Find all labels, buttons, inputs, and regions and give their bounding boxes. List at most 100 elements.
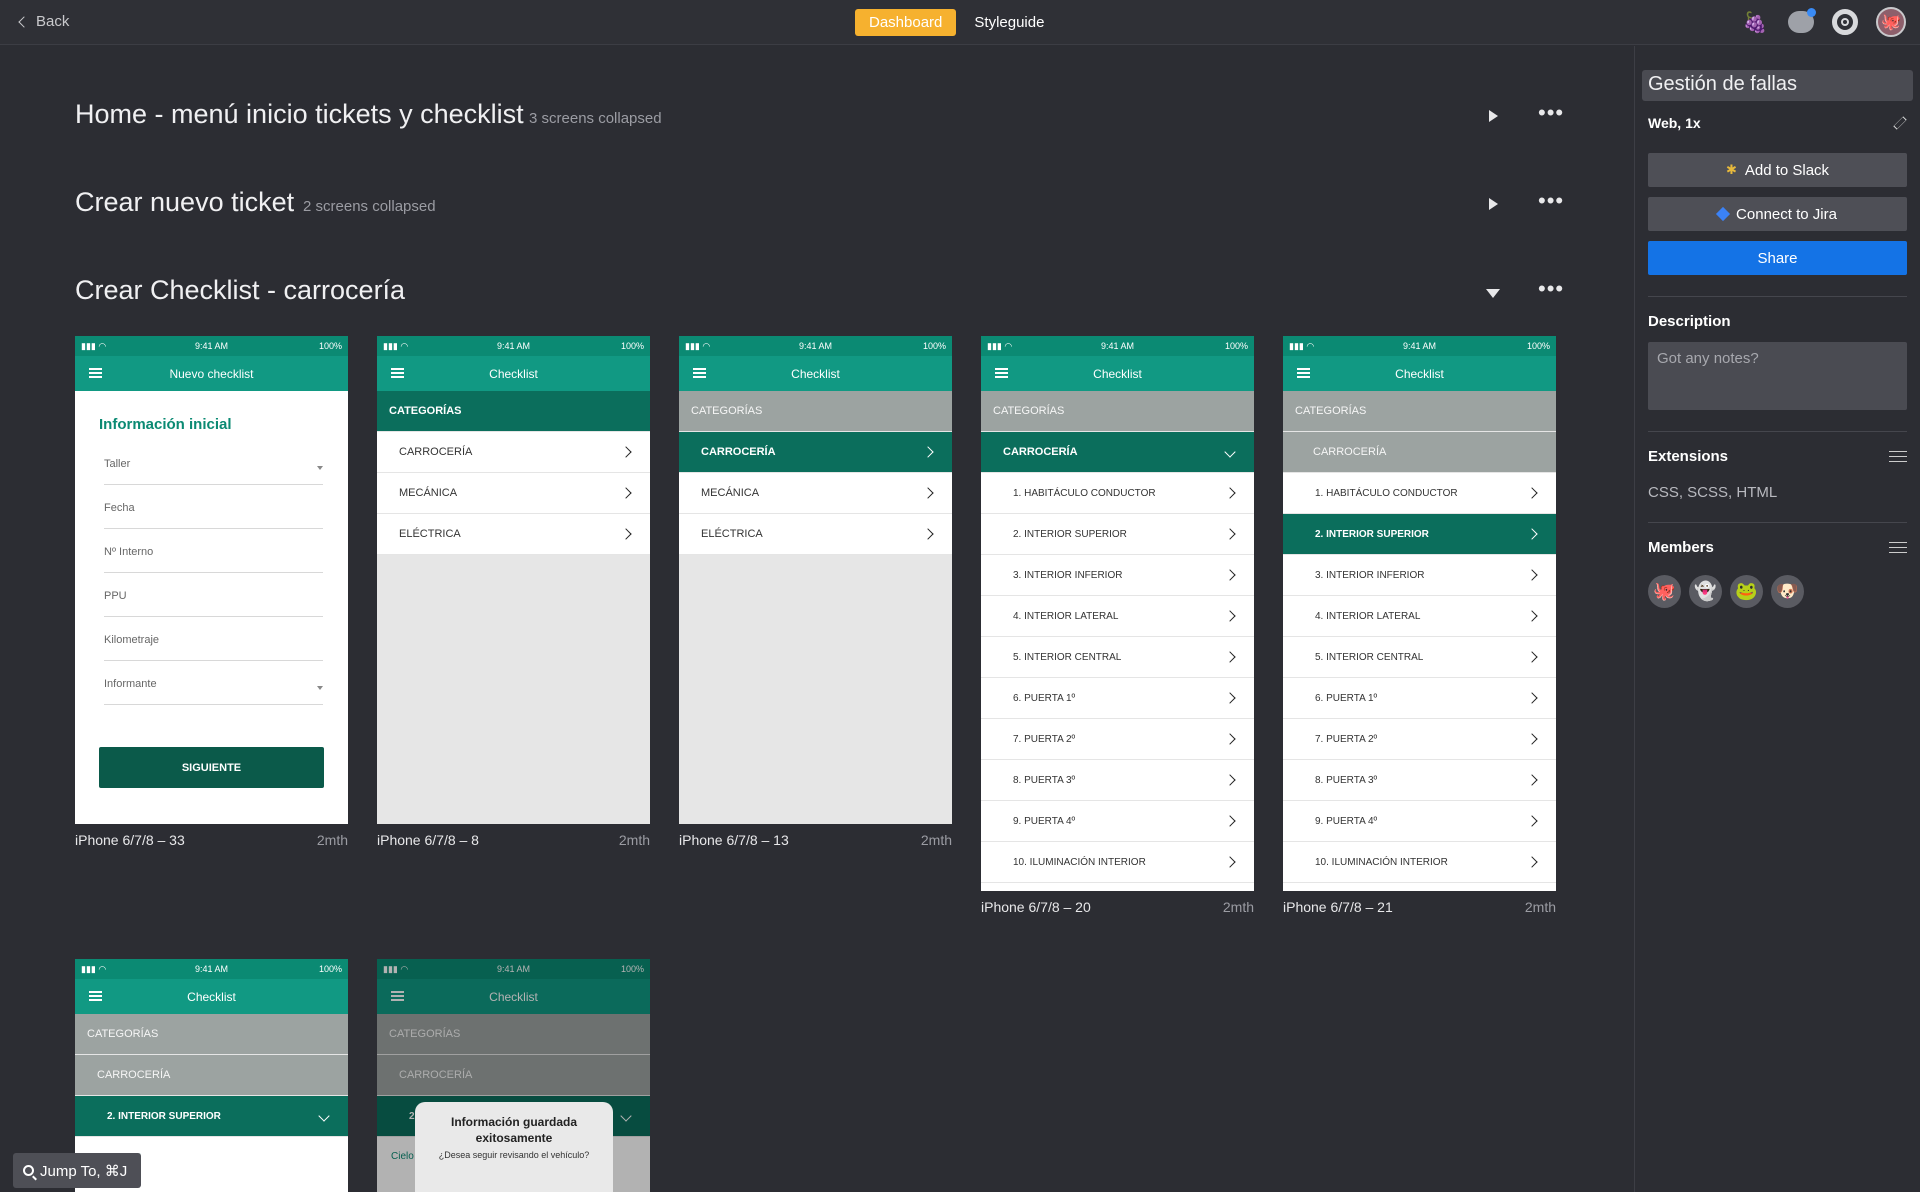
chevron-right-icon (1224, 774, 1236, 786)
play-icon[interactable] (1489, 110, 1498, 122)
chevron-right-icon (1526, 487, 1538, 499)
divider (1648, 431, 1907, 432)
list-item: 3. INTERIOR INFERIOR (1283, 555, 1556, 596)
project-title[interactable]: Gestión de fallas (1642, 70, 1913, 101)
screen-thumbnail-33[interactable]: ▮▮▮ ◠ 9:41 AM 100% Nuevo checklist Informa… (75, 336, 348, 824)
chevron-down-icon (1224, 446, 1236, 458)
user-avatar[interactable]: 🐙 (1876, 7, 1906, 37)
platform-label: Web, 1x (1648, 115, 1701, 131)
section-subtitle-ticket: 2 screens collapsed (303, 198, 436, 215)
jira-icon (1715, 206, 1731, 222)
success-modal: Información guardada exitosamente ¿Desea… (415, 1102, 613, 1192)
settings-sliders-icon[interactable] (1889, 450, 1907, 464)
menu-icon (391, 368, 404, 378)
chevron-left-icon (18, 15, 30, 28)
top-nav: Dashboard Styleguide (855, 9, 1046, 36)
chevron-right-icon (1526, 733, 1538, 745)
app-header: Checklist (679, 356, 952, 391)
modal-body: ¿Desea seguir revisando el vehículo? (438, 1150, 590, 1160)
screen-caption: iPhone 6/7/8 – 13 2mth (679, 832, 952, 848)
status-bar: ▮▮▮ ◠ 9:41 AM 100% (1283, 336, 1556, 356)
form-title: Información inicial (99, 416, 232, 433)
empty-area (679, 555, 952, 824)
category-header: CATEGORÍAS (679, 391, 952, 432)
list-item: 4. INTERIOR LATERAL (981, 596, 1254, 637)
pencil-icon[interactable] (1893, 116, 1907, 130)
chevron-right-icon (620, 487, 632, 499)
list-item: 5. INTERIOR CENTRAL (981, 637, 1254, 678)
collapse-caret-icon[interactable] (1486, 289, 1500, 298)
section-title-home: Home - menú inicio tickets y checklist (75, 99, 524, 129)
settings-sliders-icon[interactable] (1889, 541, 1907, 555)
category-header: CATEGORÍAS (75, 1014, 348, 1055)
field-fecha: Fecha (104, 485, 323, 529)
chevron-right-icon (1526, 692, 1538, 704)
field-ppu: PPU (104, 573, 323, 617)
next-button: SIGUIENTE (99, 747, 324, 788)
list-item: 6. PUERTA 1º (981, 678, 1254, 719)
menu-icon (89, 991, 102, 1001)
platform-row: Web, 1x (1648, 115, 1907, 131)
menu-icon (89, 368, 102, 378)
back-label: Back (36, 13, 70, 30)
screen-caption: iPhone 6/7/8 – 8 2mth (377, 832, 650, 848)
tab-styleguide[interactable]: Styleguide (972, 9, 1046, 36)
notes-input[interactable]: Got any notes? (1648, 342, 1907, 410)
chevron-right-icon (922, 487, 934, 499)
back-button[interactable]: Back (18, 13, 70, 30)
dropdown-icon (317, 686, 323, 690)
list-item: CARROCERÍA (377, 432, 650, 473)
member-avatar[interactable]: 🐙 (1648, 575, 1681, 608)
chevron-right-icon (1526, 774, 1538, 786)
list-item-selected: CARROCERÍA (679, 432, 952, 473)
section-title-checklist: Crear Checklist - carrocería (75, 275, 406, 305)
more-options-icon[interactable]: ••• (1538, 190, 1564, 212)
member-avatar[interactable]: 🐶 (1771, 575, 1804, 608)
list-item: ELÉCTRICA (377, 514, 650, 555)
field-interno: Nº Interno (104, 529, 323, 573)
play-icon[interactable] (1489, 198, 1498, 210)
tab-dashboard[interactable]: Dashboard (855, 9, 957, 36)
app-header: Checklist (377, 356, 650, 391)
category-expanded: CARROCERÍA (1283, 432, 1556, 473)
slack-icon: ✱ (1725, 162, 1737, 177)
members-list: 🐙 👻 🐸 🐶 (1648, 575, 1907, 608)
screen-thumbnail-8[interactable]: ▮▮▮ ◠ 9:41 AM 100% Checklist CATEGORÍAS CA… (377, 336, 650, 824)
grape-icon[interactable]: 🍇 (1740, 7, 1770, 37)
member-avatar[interactable]: 👻 (1689, 575, 1722, 608)
chevron-right-icon (1224, 569, 1236, 581)
top-icons: 🍇 🐙 (1740, 7, 1906, 37)
menu-icon (693, 368, 706, 378)
chevron-right-icon (1224, 610, 1236, 622)
chevron-right-icon (1526, 815, 1538, 827)
list-item: ELÉCTRICA (679, 514, 952, 555)
chevron-right-icon (1526, 610, 1538, 622)
help-lifebuoy-icon[interactable] (1832, 9, 1858, 35)
connect-jira-button[interactable]: Connect to Jira (1648, 197, 1907, 231)
list-item: 4. INTERIOR LATERAL (1283, 596, 1556, 637)
list-item: 10. ILUMINACIÓN INTERIOR (981, 842, 1254, 883)
modal-title: Información guardada exitosamente (450, 1115, 578, 1145)
chevron-right-icon (1526, 528, 1538, 540)
notifications-icon[interactable] (1788, 8, 1816, 33)
screen-thumbnail-20[interactable]: ▮▮▮ ◠ 9:41 AM 100% Checklist CATEGORÍAS CA… (981, 336, 1254, 891)
add-to-slack-button[interactable]: ✱ Add to Slack (1648, 153, 1907, 187)
screen-thumbnail-13[interactable]: ▮▮▮ ◠ 9:41 AM 100% Checklist CATEGORÍAS CA… (679, 336, 952, 824)
share-button[interactable]: Share (1648, 241, 1907, 275)
search-icon (23, 1165, 34, 1176)
list-item: 5. INTERIOR CENTRAL (1283, 637, 1556, 678)
screen-thumbnail-b[interactable]: ▮▮▮ ◠ 9:41 AM 100% Checklist CATEGORÍAS CA… (377, 959, 650, 1192)
list-item: 7. PUERTA 2º (981, 719, 1254, 760)
section-subtitle-home: 3 screens collapsed (529, 110, 662, 127)
chevron-right-icon (1224, 692, 1236, 704)
screen-thumbnail-21[interactable]: ▮▮▮ ◠ 9:41 AM 100% Checklist CATEGORÍAS CA… (1283, 336, 1556, 891)
more-options-icon[interactable]: ••• (1538, 278, 1564, 300)
list-item-selected: 2. INTERIOR SUPERIOR (1283, 514, 1556, 555)
list-item: MECÁNICA (377, 473, 650, 514)
status-bar: ▮▮▮ ◠ 9:41 AM 100% (377, 336, 650, 356)
member-avatar[interactable]: 🐸 (1730, 575, 1763, 608)
chevron-right-icon (1224, 528, 1236, 540)
more-options-icon[interactable]: ••• (1538, 102, 1564, 124)
category-header: CATEGORÍAS (1283, 391, 1556, 432)
jump-to-button[interactable]: Jump To, ⌘J (13, 1153, 141, 1188)
